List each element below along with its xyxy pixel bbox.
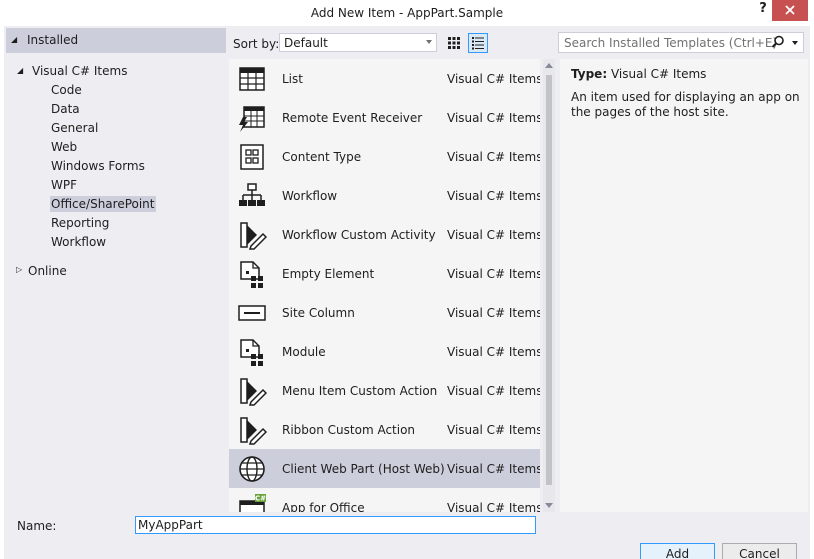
template-item-remote-event-receiver[interactable]: Remote Event Receiver Visual C# Items — [229, 98, 540, 137]
template-name: Module — [282, 345, 326, 359]
tree-item-reporting[interactable]: Reporting — [51, 216, 109, 230]
medium-icons-view-button[interactable] — [444, 33, 464, 53]
type-value: Visual C# Items — [610, 67, 707, 81]
tree-item-data[interactable]: Data — [51, 102, 80, 116]
custom-action-icon — [240, 378, 267, 406]
add-button[interactable]: Add — [640, 543, 715, 559]
template-category: Visual C# Items — [447, 150, 540, 164]
template-description: An item used for displaying an app on th… — [571, 90, 800, 119]
sort-by-label: Sort by: — [233, 37, 280, 51]
search-templates-input[interactable]: Search Installed Templates (Ctrl+E) — [558, 32, 804, 53]
chevron-down-icon — [426, 40, 432, 44]
custom-activity-icon — [240, 222, 267, 250]
add-new-item-dialog: ◢ Installed ◢ Visual C# Items Code Data … — [4, 26, 810, 559]
search-placeholder: Search Installed Templates (Ctrl+E) — [564, 36, 778, 50]
template-list: List Visual C# Items Remote Event Receiv… — [229, 59, 540, 512]
close-icon — [785, 5, 795, 15]
template-list-scrollbar[interactable] — [543, 59, 555, 512]
sort-by-value: Default — [284, 36, 328, 50]
template-item-menu-item-custom-action[interactable]: Menu Item Custom Action Visual C# Items — [229, 371, 540, 410]
search-icon[interactable] — [771, 35, 785, 49]
template-name: Workflow Custom Activity — [282, 228, 436, 242]
tree-item-online[interactable]: Online — [28, 264, 67, 278]
tree-item-label: Installed — [27, 33, 79, 47]
list-view-icon — [472, 37, 484, 50]
template-category: Visual C# Items — [447, 384, 540, 398]
tree-item-office-sharepoint[interactable]: Office/SharePoint — [50, 196, 156, 212]
collapsed-arrow-icon[interactable]: ▷ — [16, 265, 22, 274]
template-item-content-type[interactable]: Content Type Visual C# Items — [229, 137, 540, 176]
template-category: Visual C# Items — [447, 345, 540, 359]
expanded-arrow-icon[interactable]: ◢ — [11, 35, 17, 44]
tree-item-wpf[interactable]: WPF — [51, 178, 77, 192]
name-label: Name: — [17, 519, 57, 533]
tree-item-web[interactable]: Web — [51, 140, 77, 154]
remote-event-receiver-icon — [239, 106, 265, 132]
template-category: Visual C# Items — [447, 462, 540, 476]
module-icon — [240, 339, 263, 366]
globe-icon — [239, 456, 265, 482]
template-category: Visual C# Items — [447, 501, 540, 512]
template-category: Visual C# Items — [447, 228, 540, 242]
template-category: Visual C# Items — [447, 111, 540, 125]
template-item-workflow[interactable]: Workflow Visual C# Items — [229, 176, 540, 215]
title-bar: Add New Item - AppPart.Sample ? — [0, 0, 814, 26]
template-item-empty-element[interactable]: Empty Element Visual C# Items — [229, 254, 540, 293]
content-type-icon — [240, 144, 264, 170]
chevron-down-icon[interactable] — [792, 41, 798, 45]
template-details-panel: Type: Visual C# Items An item used for d… — [560, 59, 808, 512]
app-for-office-icon: C# — [239, 494, 266, 512]
template-item-module[interactable]: Module Visual C# Items — [229, 332, 540, 371]
svg-text:C#: C# — [255, 495, 266, 503]
template-item-ribbon-custom-action[interactable]: Ribbon Custom Action Visual C# Items — [229, 410, 540, 449]
template-type: Type: Visual C# Items — [571, 67, 706, 81]
site-column-icon — [238, 305, 266, 321]
close-button[interactable] — [772, 0, 808, 21]
custom-action-icon — [240, 417, 267, 445]
window-title: Add New Item - AppPart.Sample — [310, 6, 504, 20]
tree-item-workflow[interactable]: Workflow — [51, 235, 106, 249]
help-button[interactable]: ? — [752, 0, 774, 22]
template-category: Visual C# Items — [447, 306, 540, 320]
template-item-client-web-part[interactable]: Client Web Part (Host Web) Visual C# Ite… — [229, 449, 540, 488]
template-category: Visual C# Items — [447, 423, 540, 437]
template-name: Remote Event Receiver — [282, 111, 423, 125]
name-input[interactable] — [135, 516, 536, 534]
category-tree: ◢ Installed ◢ Visual C# Items Code Data … — [6, 28, 226, 512]
workflow-icon — [239, 183, 265, 206]
template-item-app-for-office[interactable]: C# App for Office Visual C# Items — [229, 488, 540, 512]
small-icons-view-button[interactable] — [468, 33, 488, 53]
template-name: Ribbon Custom Action — [282, 423, 416, 437]
template-name: Workflow — [282, 189, 338, 203]
tree-item-code[interactable]: Code — [51, 83, 82, 97]
template-name: Client Web Part (Host Web) — [282, 462, 445, 476]
tree-item-general[interactable]: General — [51, 121, 98, 135]
template-item-site-column[interactable]: Site Column Visual C# Items — [229, 293, 540, 332]
template-name: Content Type — [282, 150, 362, 164]
grid-view-icon — [448, 37, 460, 49]
expanded-arrow-icon[interactable]: ◢ — [17, 66, 23, 75]
tree-item-installed[interactable]: ◢ Installed — [6, 28, 226, 53]
type-label: Type: — [571, 67, 608, 81]
template-category: Visual C# Items — [447, 189, 540, 203]
template-name: Site Column — [282, 306, 355, 320]
tree-item-visual-csharp[interactable]: Visual C# Items — [32, 64, 127, 78]
template-item-workflow-custom-activity[interactable]: Workflow Custom Activity Visual C# Items — [229, 215, 540, 254]
template-name: Empty Element — [282, 267, 375, 281]
sort-by-dropdown[interactable]: Default — [279, 33, 437, 52]
scroll-up-arrow-icon[interactable] — [545, 63, 553, 68]
empty-element-icon — [240, 261, 263, 288]
template-category: Visual C# Items — [447, 267, 540, 281]
scroll-down-arrow-icon[interactable] — [545, 503, 553, 508]
template-item-list[interactable]: List Visual C# Items — [229, 59, 540, 98]
template-category: Visual C# Items — [447, 72, 540, 86]
template-name: Menu Item Custom Action — [282, 384, 438, 398]
template-name: List — [282, 72, 303, 86]
template-name: App for Office — [282, 501, 365, 512]
tree-item-windows-forms[interactable]: Windows Forms — [51, 159, 145, 173]
list-icon — [239, 67, 265, 91]
cancel-button[interactable]: Cancel — [722, 543, 797, 559]
scroll-thumb[interactable] — [546, 75, 552, 485]
